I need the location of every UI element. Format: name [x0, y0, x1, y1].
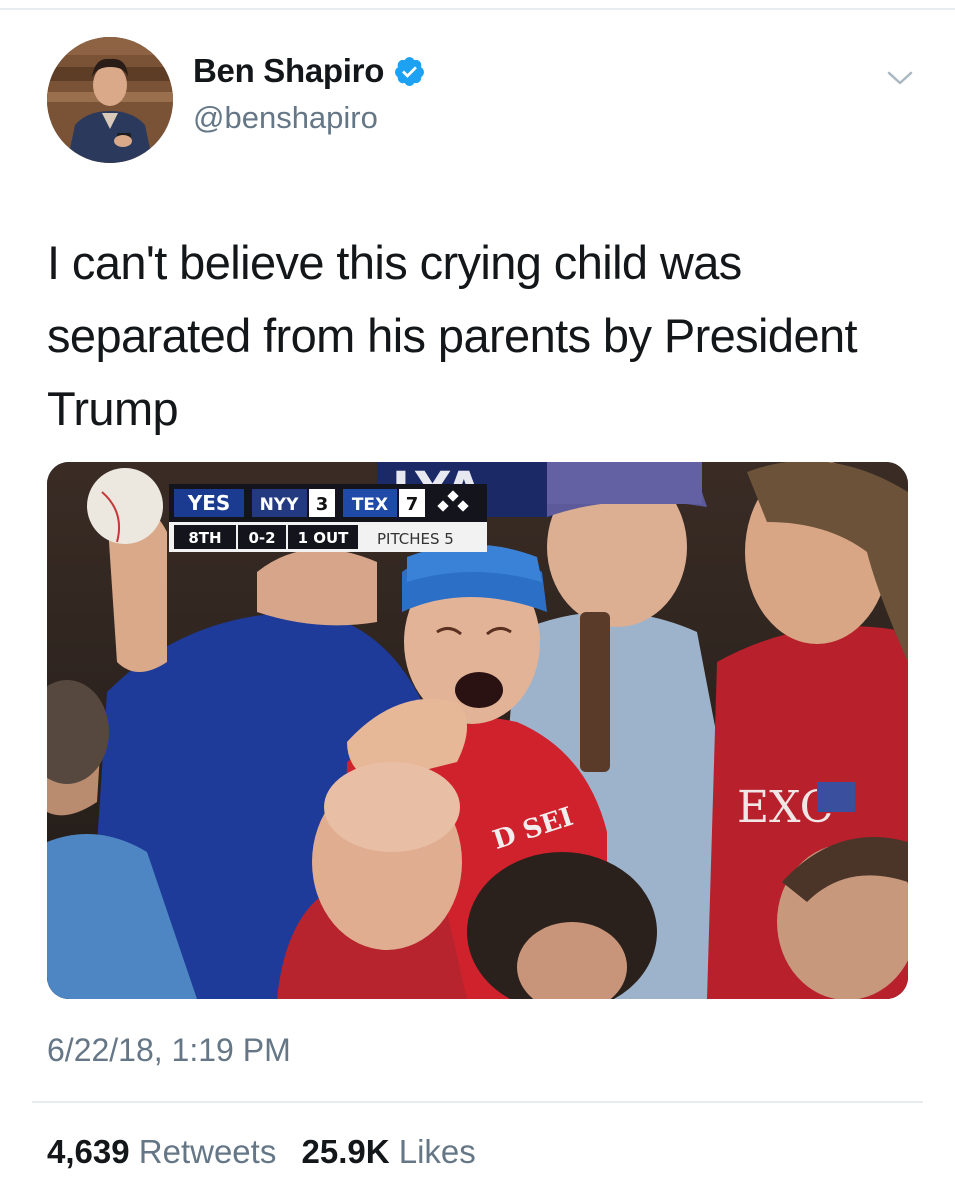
verified-badge-icon: [393, 55, 426, 88]
author-avatar[interactable]: [47, 37, 173, 163]
scorebug-score2: 7: [406, 494, 419, 515]
tweet-stats: 4,639 Retweets 25.9K Likes: [47, 1133, 492, 1171]
top-divider: [0, 8, 955, 10]
scorebug-outs: 1 OUT: [298, 529, 350, 547]
retweets-stat[interactable]: 4,639 Retweets: [47, 1133, 276, 1171]
likes-stat[interactable]: 25.9K Likes: [302, 1133, 476, 1171]
likes-count: 25.9K: [301, 1133, 390, 1170]
scorebug-inning: 8TH: [188, 529, 221, 547]
retweets-count: 4,639: [47, 1133, 130, 1170]
author-display-name[interactable]: Ben Shapiro: [193, 52, 384, 90]
scorebug-pitches: PITCHES 5: [377, 530, 454, 548]
avatar-image: [47, 37, 173, 163]
scorebug-team2: TEX: [352, 495, 388, 515]
scorebug-score1: 3: [316, 494, 329, 515]
retweets-label: Retweets: [138, 1133, 277, 1170]
author-name-row: Ben Shapiro: [193, 52, 426, 90]
author-handle[interactable]: @benshapiro: [193, 100, 378, 136]
tweet-text: I can't believe this crying child was se…: [47, 236, 858, 435]
tweet-timestamp[interactable]: 6/22/18, 1:19 PM: [47, 1032, 291, 1069]
likes-label: Likes: [398, 1133, 476, 1170]
scorebug-count: 0-2: [248, 529, 275, 547]
scorebug-team1: NYY: [260, 495, 300, 515]
tv-scorebug: YES NYY 3 TEX 7 8TH 0-2 1 OUT PITCHES 5: [169, 484, 487, 552]
scorebug-network: YES: [187, 491, 231, 515]
tweet-photo[interactable]: LYA EXC D SEI: [47, 462, 908, 999]
stadium-crowd-photo: LYA EXC D SEI: [47, 462, 908, 999]
stats-divider: [32, 1101, 923, 1103]
chevron-down-icon[interactable]: [884, 62, 916, 94]
